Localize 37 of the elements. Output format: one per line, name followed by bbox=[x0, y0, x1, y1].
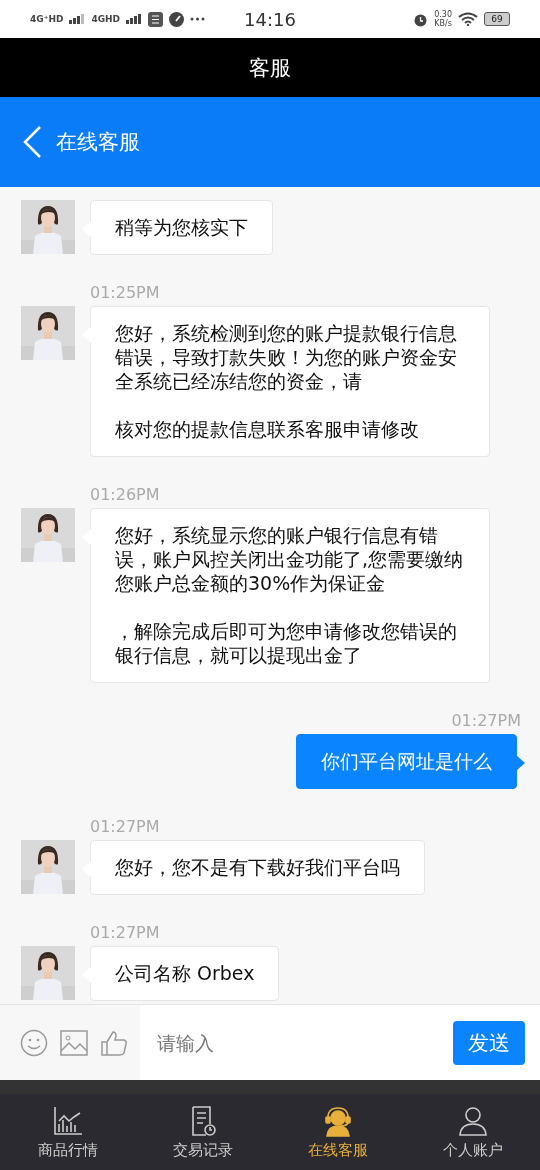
image-icon[interactable] bbox=[60, 1029, 88, 1056]
message-time: 01:25PM bbox=[90, 283, 160, 303]
message-time: 01:27PM bbox=[90, 817, 160, 837]
network-speed: 0.30 bbox=[434, 10, 452, 19]
network-indicator: 4G⁺HD bbox=[30, 14, 64, 24]
send-button[interactable]: 发送 bbox=[453, 1020, 525, 1065]
speed-unit: KB/s bbox=[434, 19, 452, 28]
signal-icon bbox=[126, 14, 143, 24]
message-time: 01:27PM bbox=[90, 923, 160, 943]
nav-tab[interactable]: 交易记录 bbox=[135, 1094, 270, 1170]
emoji-icon[interactable] bbox=[20, 1028, 48, 1057]
back-icon[interactable] bbox=[22, 125, 42, 159]
nav-tab[interactable]: 在线客服 bbox=[270, 1094, 405, 1170]
nav-tab[interactable]: 个人账户 bbox=[405, 1094, 540, 1170]
clock-time: 14:16 bbox=[244, 8, 296, 30]
more-icon bbox=[190, 17, 206, 21]
wifi-icon bbox=[458, 12, 478, 26]
message-text: 你们平台网址是什么 bbox=[321, 749, 492, 773]
gauge-icon bbox=[169, 11, 185, 27]
message-time: 01:27PM bbox=[451, 711, 521, 731]
message-text: 稍等为您核实下 bbox=[115, 215, 248, 239]
message-text: 公司名称 Orbex bbox=[115, 961, 255, 985]
nav-tab[interactable]: 商品行情 bbox=[0, 1094, 135, 1170]
page-title: 客服 bbox=[249, 54, 291, 82]
network-indicator: 4GHD bbox=[91, 14, 121, 24]
battery-level: 69 bbox=[484, 12, 510, 26]
message-text: 核对您的提款信息联系客服申请修改 bbox=[115, 417, 420, 441]
header-title: 在线客服 bbox=[56, 129, 140, 156]
signal-icon bbox=[69, 14, 86, 24]
message-time: 01:26PM bbox=[90, 485, 160, 505]
message-text: 您好，您不是有下载好我们平台吗 bbox=[115, 855, 400, 879]
thumbs-up-icon[interactable] bbox=[100, 1028, 128, 1057]
message-text: 您好，系统检测到您的账户提款银行信息错误，导致打款失败！为您的账户资金安全系统已经冻结您的资金，请 bbox=[115, 321, 458, 393]
message-input[interactable]: 请输入 发送 bbox=[140, 1005, 540, 1080]
message-text: ，解除完成后即可为您申请修改您错误的银行信息，就可以提现出金了 bbox=[115, 619, 458, 667]
message-text: 您好，系统显示您的账户银行信息有错误，账户风控关闭出金功能了,您需要缴纳您账户总金额的30%作为保证金 bbox=[115, 523, 465, 595]
app-icon bbox=[148, 11, 164, 27]
